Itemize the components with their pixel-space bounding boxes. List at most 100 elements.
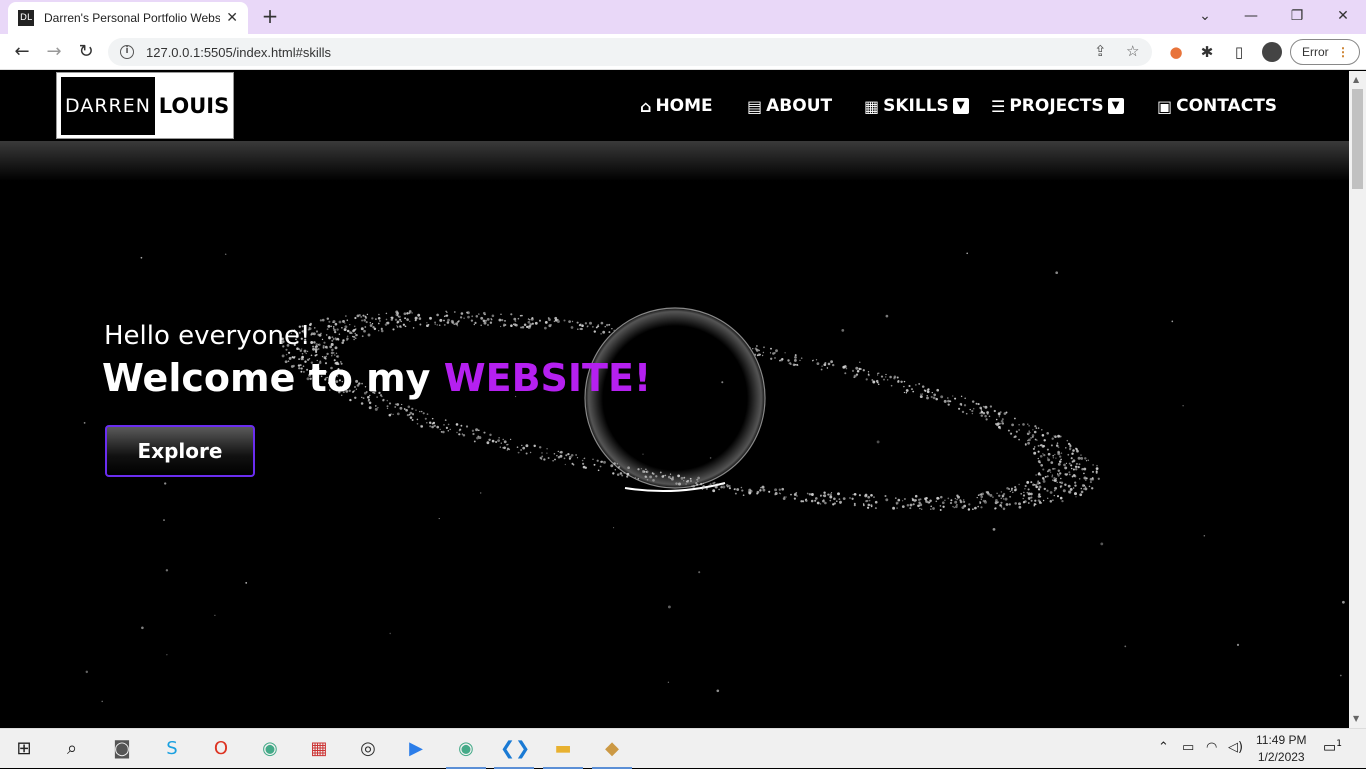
page-scrollbar[interactable]: ▲ ▼ (1349, 71, 1366, 728)
ring-particle (318, 343, 321, 347)
search-icon[interactable]: ⌕ (58, 735, 86, 763)
nav-contacts[interactable]: ▣ CONTACTS (1157, 93, 1277, 119)
ring-particle (712, 482, 715, 485)
ring-particle (440, 431, 443, 433)
site-info-icon[interactable]: i (120, 45, 134, 59)
opera-icon[interactable]: O (207, 735, 235, 763)
ring-particle (416, 418, 419, 421)
ring-particle (919, 395, 923, 399)
ring-particle (474, 321, 477, 324)
camera-app-icon[interactable]: ◙ (108, 735, 136, 763)
ring-particle (1057, 446, 1060, 449)
ring-particle (832, 363, 835, 367)
office-app-icon[interactable]: ▦ (305, 735, 333, 763)
ring-particle (576, 457, 579, 459)
close-window-button[interactable]: ✕ (1328, 4, 1358, 28)
ring-particle (1000, 497, 1003, 500)
extension-icon[interactable]: ● (1166, 42, 1186, 62)
scrollbar-thumb[interactable] (1352, 89, 1363, 189)
nav-contacts-label: CONTACTS (1176, 96, 1278, 116)
home-icon: ⌂ (640, 96, 652, 116)
ring-particle (784, 352, 786, 354)
scroll-down-icon[interactable]: ▼ (1353, 714, 1359, 723)
nav-projects-label: PROJECTS (1009, 96, 1104, 116)
star (642, 453, 644, 455)
ring-particle (826, 367, 829, 369)
ring-particle (449, 428, 451, 431)
chevron-down-icon[interactable]: ▼ (1107, 98, 1124, 114)
nav-about[interactable]: ▤ ABOUT (747, 93, 832, 119)
extensions-puzzle-icon[interactable]: ✱ (1197, 42, 1217, 62)
ring-particle (333, 352, 335, 354)
file-explorer-icon[interactable]: ▬ (543, 735, 583, 769)
ring-particle (1062, 489, 1066, 493)
share-icon[interactable]: ⇪ (1094, 42, 1107, 60)
ring-particle (755, 348, 759, 352)
ring-particle (546, 452, 548, 454)
ring-particle (540, 457, 543, 460)
ring-particle (661, 475, 665, 478)
chrome-active-icon[interactable]: ◉ (446, 735, 486, 769)
bookmark-star-icon[interactable]: ☆ (1126, 42, 1139, 60)
ring-particle (486, 323, 490, 327)
ring-particle (977, 403, 980, 406)
zoom-icon[interactable]: ▶ (402, 735, 430, 763)
skype-icon[interactable]: S (158, 735, 186, 763)
minimize-button[interactable]: — (1236, 4, 1266, 28)
app-icon[interactable]: ◆ (592, 735, 632, 769)
ring-particle (442, 430, 445, 434)
ring-particle (885, 498, 889, 502)
ring-particle (779, 493, 782, 495)
scroll-up-icon[interactable]: ▲ (1353, 75, 1359, 84)
ring-particle (610, 464, 614, 468)
browser-tab[interactable]: DL Darren's Personal Portfolio Website ✕ (8, 2, 248, 34)
profile-avatar[interactable] (1262, 42, 1282, 62)
profile-error-button[interactable]: Error ⋮ (1290, 39, 1360, 65)
nav-home[interactable]: ⌂ HOME (640, 93, 713, 119)
restore-button[interactable]: ❐ (1282, 4, 1312, 28)
tab-search-icon[interactable]: ⌄ (1190, 4, 1220, 28)
obs-icon[interactable]: ◎ (354, 735, 382, 763)
new-tab-button[interactable]: + (258, 4, 282, 28)
ring-particle (645, 471, 648, 473)
ring-particle (1091, 477, 1094, 479)
notification-center-icon[interactable]: ▭1 (1323, 739, 1343, 757)
ring-particle (428, 421, 432, 424)
site-logo[interactable]: DARREN LOUIS (56, 72, 234, 139)
nav-skills[interactable]: ▦ SKILLS ▼ (864, 93, 969, 119)
volume-icon[interactable]: ◁) (1228, 740, 1243, 755)
ring-particle (470, 319, 474, 322)
battery-icon[interactable]: ▭ (1182, 740, 1194, 755)
ring-particle (667, 475, 671, 479)
ring-particle (985, 491, 988, 493)
vscode-icon[interactable]: ❮❯ (494, 735, 534, 769)
header-shadow (0, 141, 1349, 181)
ring-particle (338, 320, 342, 324)
windows-start-icon[interactable]: ⊞ (10, 735, 38, 763)
ring-particle (328, 335, 331, 339)
taskbar-clock[interactable]: 11:49 PM 1/2/2023 (1256, 732, 1306, 766)
chevron-down-icon[interactable]: ▼ (952, 98, 969, 114)
ring-particle (1068, 490, 1071, 494)
ring-particle (538, 319, 542, 322)
ring-particle (1079, 493, 1083, 497)
explore-button[interactable]: Explore (105, 425, 255, 477)
tab-close-icon[interactable]: ✕ (226, 10, 238, 26)
address-bar[interactable]: i 127.0.0.1:5505/index.html#skills ⇪ ☆ (108, 38, 1152, 66)
chrome-icon[interactable]: ◉ (256, 735, 284, 763)
star (885, 314, 889, 318)
ring-particle (802, 500, 805, 503)
tray-chevron-icon[interactable]: ⌃ (1158, 740, 1169, 755)
nav-projects[interactable]: ☰ PROJECTS ▼ (991, 93, 1124, 119)
menu-dots-icon[interactable]: ⋮ (1337, 40, 1349, 64)
back-button[interactable]: ← (10, 40, 34, 64)
reload-button[interactable]: ↻ (74, 40, 98, 64)
ring-particle (570, 326, 574, 329)
url-text[interactable]: 127.0.0.1:5505/index.html#skills (146, 45, 331, 60)
side-panel-icon[interactable]: ▯ (1229, 42, 1249, 62)
wifi-icon[interactable]: ◠ (1206, 740, 1217, 755)
forward-button[interactable]: → (42, 40, 66, 64)
ring-particle (1035, 427, 1038, 429)
ring-particle (979, 493, 981, 496)
ring-particle (1028, 425, 1030, 427)
